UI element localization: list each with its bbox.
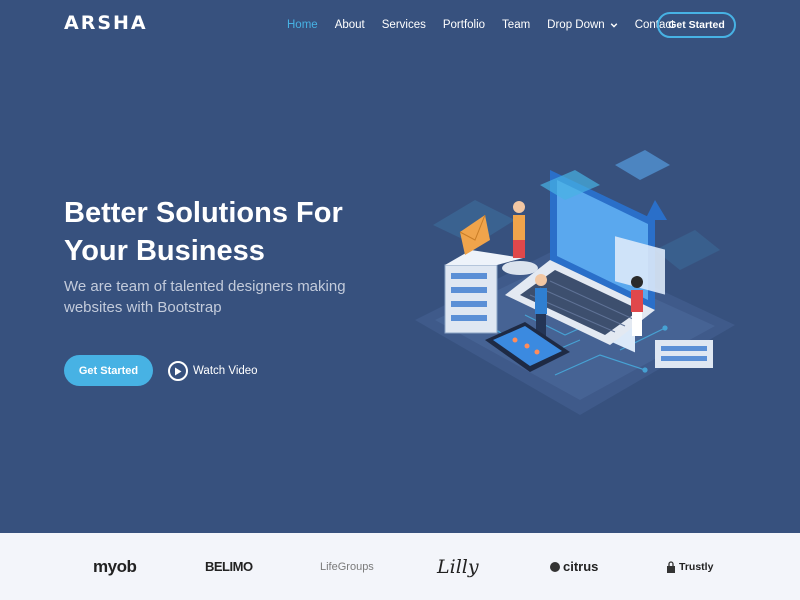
watch-video-label: Watch Video bbox=[193, 365, 258, 377]
client-logo-citrus: citrus bbox=[550, 533, 598, 600]
lock-icon bbox=[667, 560, 675, 573]
nav-dropdown[interactable]: Drop Down bbox=[547, 19, 618, 31]
client-logo-belimo: BELIMO bbox=[205, 559, 253, 574]
chevron-down-icon bbox=[610, 23, 618, 28]
nav-dropdown-label: Drop Down bbox=[547, 19, 605, 31]
hero-title: Better Solutions For Your Business bbox=[64, 197, 343, 267]
get-started-button[interactable]: Get Started bbox=[64, 355, 153, 386]
client-logo-lilly: Lilly bbox=[437, 555, 479, 578]
client-logo-myob: myob bbox=[93, 556, 137, 576]
client-logo-citrus-text: citrus bbox=[563, 559, 599, 574]
nav-about[interactable]: About bbox=[335, 19, 365, 31]
nav-portfolio[interactable]: Portfolio bbox=[443, 19, 485, 31]
nav-team[interactable]: Team bbox=[502, 19, 530, 31]
nav-home[interactable]: Home bbox=[287, 19, 318, 31]
hero-illustration bbox=[415, 150, 735, 415]
nav-services[interactable]: Services bbox=[382, 19, 426, 31]
main-nav: Home About Services Portfolio Team Drop … bbox=[287, 12, 691, 38]
client-logo-trustly-text: Trustly bbox=[679, 560, 714, 573]
clients-bar: myob BELIMO LifeGroups Lilly citrus Trus… bbox=[0, 533, 800, 600]
hero-subtitle: We are team of talented designers making… bbox=[64, 278, 346, 316]
play-icon bbox=[168, 361, 188, 381]
site-logo[interactable]: ARSHA bbox=[64, 12, 148, 34]
hero-section: ARSHA Home About Services Portfolio Team… bbox=[0, 0, 800, 533]
client-logo-lifegroups: LifeGroups bbox=[320, 560, 374, 573]
header-get-started-button[interactable]: Get Started bbox=[657, 12, 736, 38]
citrus-mark-icon bbox=[550, 561, 560, 572]
watch-video-link[interactable]: Watch Video bbox=[168, 360, 258, 382]
client-logo-trustly: Trustly bbox=[666, 533, 713, 600]
